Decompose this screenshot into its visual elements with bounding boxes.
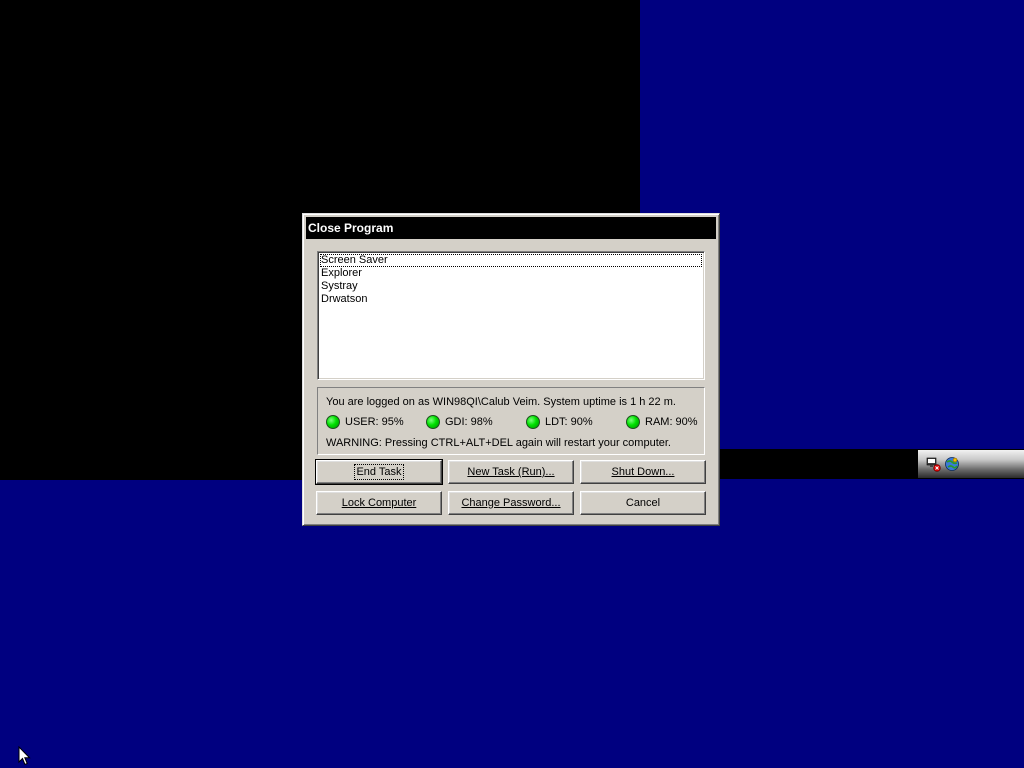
- network-icon[interactable]: [926, 456, 942, 472]
- meter-label: LDT: 90%: [545, 416, 593, 428]
- globe-icon[interactable]: [944, 456, 960, 472]
- status-led-icon: [526, 415, 540, 429]
- new-task-label: New Task (Run)...: [467, 466, 555, 478]
- logon-info-text: You are logged on as WIN98QI\Calub Veim.…: [326, 396, 676, 408]
- system-info-panel: You are logged on as WIN98QI\Calub Veim.…: [317, 387, 705, 455]
- lock-computer-button[interactable]: Lock Computer: [316, 491, 442, 515]
- status-led-icon: [326, 415, 340, 429]
- cancel-label: Cancel: [625, 497, 661, 509]
- cancel-button[interactable]: Cancel: [580, 491, 706, 515]
- change-password-button[interactable]: Change Password...: [448, 491, 574, 515]
- system-tray: [918, 450, 1024, 478]
- user-meter: USER: 95%: [326, 413, 404, 431]
- process-item[interactable]: Explorer: [320, 267, 702, 280]
- ldt-meter: LDT: 90%: [526, 413, 593, 431]
- lock-computer-label: Lock Computer: [341, 497, 417, 509]
- process-list[interactable]: Screen Saver Explorer Systray Drwatson: [317, 251, 705, 380]
- gdi-meter: GDI: 98%: [426, 413, 493, 431]
- process-item[interactable]: Screen Saver: [320, 254, 702, 267]
- ram-meter: RAM: 90%: [626, 413, 698, 431]
- shut-down-button[interactable]: Shut Down...: [580, 460, 706, 484]
- status-led-icon: [626, 415, 640, 429]
- resource-meters: USER: 95% GDI: 98% LDT: 90% RAM: 90%: [326, 413, 702, 431]
- process-item[interactable]: Drwatson: [320, 293, 702, 306]
- new-task-button[interactable]: New Task (Run)...: [448, 460, 574, 484]
- meter-label: GDI: 98%: [445, 416, 493, 428]
- end-task-label: End Task: [354, 464, 404, 480]
- dialog-title[interactable]: Close Program: [306, 217, 716, 239]
- meter-label: USER: 95%: [345, 416, 404, 428]
- close-program-dialog: Close Program Screen Saver Explorer Syst…: [302, 213, 720, 526]
- mouse-cursor-icon: [18, 746, 31, 766]
- status-led-icon: [426, 415, 440, 429]
- shut-down-label: Shut Down...: [611, 466, 675, 478]
- change-password-label: Change Password...: [461, 497, 561, 509]
- end-task-button[interactable]: End Task: [315, 459, 443, 485]
- meter-label: RAM: 90%: [645, 416, 698, 428]
- process-item[interactable]: Systray: [320, 280, 702, 293]
- warning-text: WARNING: Pressing CTRL+ALT+DEL again wil…: [326, 437, 671, 449]
